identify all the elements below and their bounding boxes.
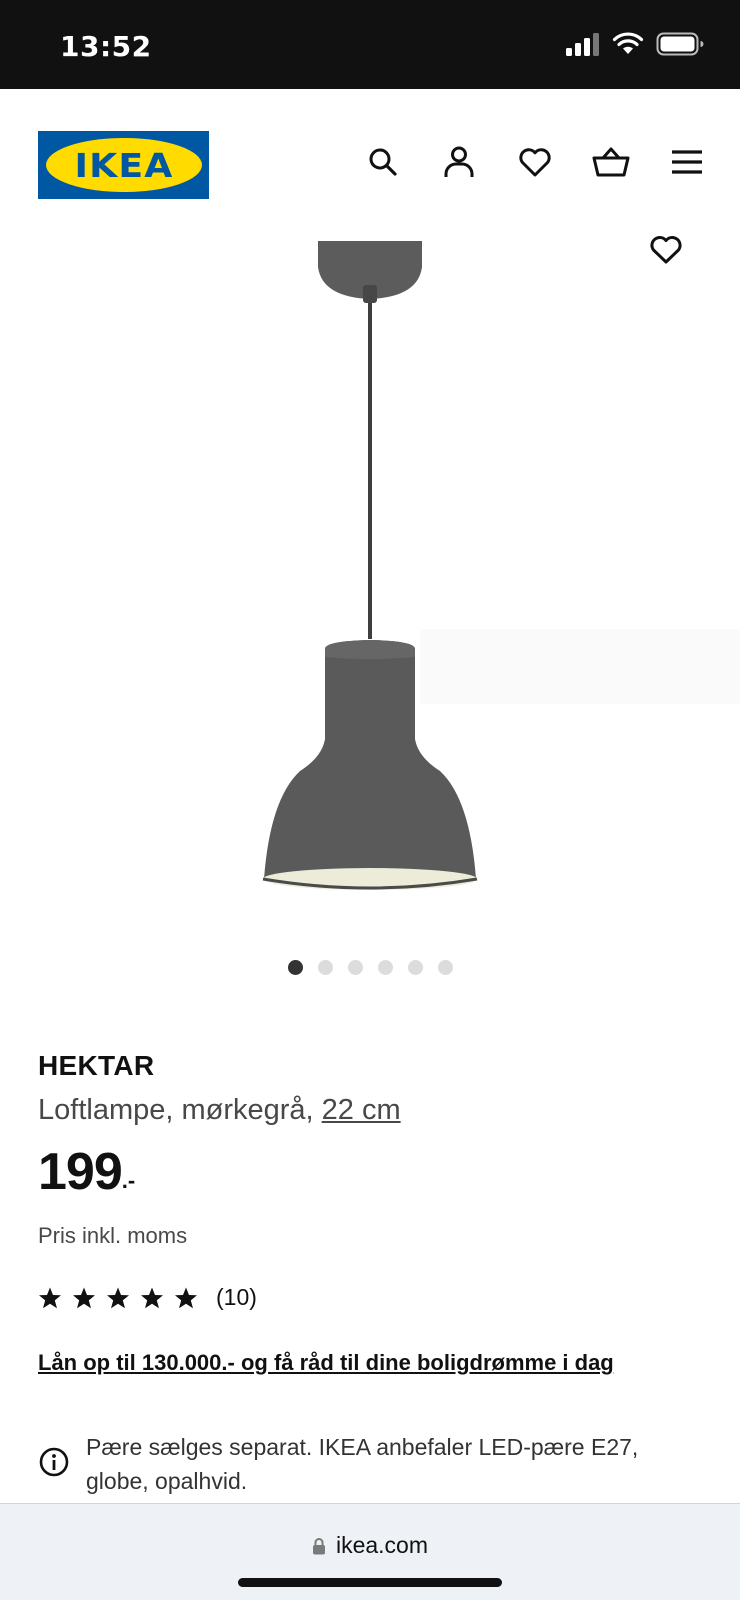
product-name: HEKTAR	[38, 1050, 155, 1081]
account-button[interactable]	[440, 143, 478, 181]
basket-button[interactable]	[592, 143, 630, 181]
price-suffix: .-	[121, 1168, 136, 1193]
carousel-dot[interactable]	[317, 960, 333, 975]
logo-text: IKEA	[74, 145, 173, 185]
star-icon	[175, 1287, 197, 1308]
star-icon	[39, 1287, 61, 1308]
browser-address-bar: ikea.com	[0, 1503, 740, 1600]
star-icon	[107, 1287, 129, 1308]
battery-icon	[656, 32, 704, 56]
status-bar: 13:52	[0, 0, 740, 89]
price-note: Pris inkl. moms	[38, 1223, 188, 1248]
product-image[interactable]	[0, 229, 740, 929]
logo-oval: IKEA	[45, 138, 202, 192]
search-button[interactable]	[364, 143, 402, 181]
menu-button[interactable]	[668, 143, 706, 181]
header-actions	[364, 143, 706, 181]
basket-icon	[592, 147, 630, 177]
heart-icon	[519, 148, 551, 177]
carousel-dot[interactable]	[377, 960, 393, 975]
status-time: 13:52	[60, 30, 152, 63]
star-icon	[73, 1287, 95, 1308]
rating-count: (10)	[216, 1284, 257, 1310]
product-description: Loftlampe, mørkegrå, 22 cm	[38, 1094, 401, 1127]
carousel-dot[interactable]	[287, 960, 303, 975]
carousel-dot[interactable]	[407, 960, 423, 975]
product-size-link[interactable]: 22 cm	[322, 1094, 401, 1126]
user-icon	[444, 146, 474, 177]
product-price: 199 .-	[38, 1146, 135, 1198]
info-icon	[39, 1447, 69, 1477]
price-integer: 199	[38, 1143, 123, 1201]
favourites-button[interactable]	[516, 143, 554, 181]
bulb-info-notice: Pære sælges separat. IKEA anbefaler LED-…	[38, 1430, 698, 1498]
loan-offer-link[interactable]: Lån op til 130.000.- og få råd til dine …	[38, 1350, 614, 1376]
image-carousel-dots	[0, 960, 740, 975]
signal-icon	[566, 33, 599, 56]
product-description-text: Loftlampe, mørkegrå,	[38, 1094, 322, 1126]
carousel-dot[interactable]	[347, 960, 363, 975]
hamburger-menu-icon	[672, 150, 702, 174]
status-icons	[566, 32, 704, 56]
ikea-logo[interactable]: IKEA	[38, 131, 209, 199]
rating-stars	[38, 1286, 198, 1310]
carousel-dot[interactable]	[437, 960, 453, 975]
star-icon	[141, 1287, 163, 1308]
site-header: IKEA	[0, 89, 740, 229]
info-text: Pære sælges separat. IKEA anbefaler LED-…	[86, 1434, 639, 1494]
wifi-icon	[612, 32, 644, 54]
product-rating[interactable]: (10)	[38, 1284, 257, 1311]
search-icon	[369, 148, 397, 176]
image-favourite-button[interactable]	[648, 236, 684, 271]
pendant-lamp-image	[262, 241, 740, 890]
url-text: ikea.com	[335, 1532, 429, 1558]
url-field[interactable]: ikea.com	[0, 1532, 740, 1559]
home-indicator	[238, 1578, 502, 1587]
heart-icon	[650, 236, 682, 264]
lock-icon	[312, 1537, 325, 1554]
